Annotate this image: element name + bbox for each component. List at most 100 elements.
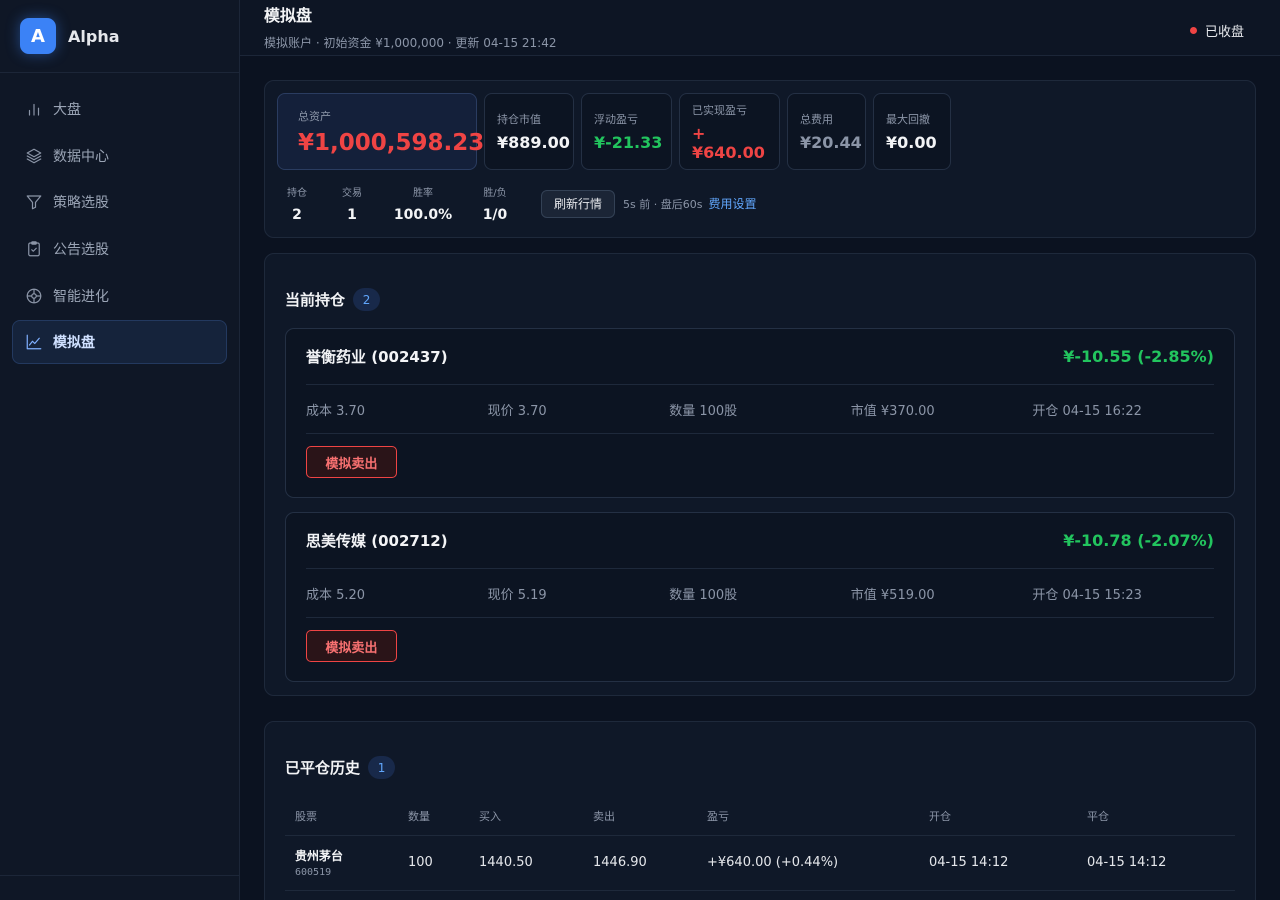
stat-value: ¥20.44 (800, 133, 862, 152)
market-status: 已收盘 (1189, 21, 1244, 40)
topbar: 模拟盘 模拟账户 · 初始资金 ¥1,000,000 · 更新 04-15 21… (240, 0, 1280, 56)
main-content: 模拟盘 模拟账户 · 初始资金 ¥1,000,000 · 更新 04-15 21… (240, 0, 1280, 900)
mini-value: 1/0 (482, 207, 508, 223)
qty-cell: 100 (398, 835, 469, 891)
stat-value: ¥-21.33 (594, 133, 663, 152)
mini-win-rate: 胜率 100.0% (387, 184, 459, 223)
stock-code: 600519 (295, 867, 332, 878)
current-positions: 当前持仓 2 誉衡药业 (002437) ¥-10.55 (-2.85%) 成本… (264, 253, 1256, 696)
stat-value: ¥1,000,598.23 (298, 129, 485, 156)
stat-label: 持仓市值 (497, 113, 541, 126)
column-header: 开仓 (919, 797, 1077, 836)
position-qty: 数量 100股 (669, 403, 738, 419)
column-header: 卖出 (583, 797, 697, 836)
position-market-value: 市值 ¥370.00 (850, 403, 935, 419)
section-title-label: 已平仓历史 (285, 759, 361, 777)
refresh-quotes-button[interactable]: 刷新行情 (541, 189, 616, 218)
sidebar-item-label: 智能进化 (53, 288, 109, 305)
trend-line-icon (25, 333, 43, 351)
sim-sell-button[interactable]: 模拟卖出 (306, 630, 397, 662)
position-price: 现价 3.70 (487, 403, 547, 419)
opened-cell: 04-15 14:12 (919, 835, 1077, 891)
brand-name: Alpha (68, 26, 120, 46)
layers-icon (25, 147, 43, 165)
page-subtitle: 模拟账户 · 初始资金 ¥1,000,000 · 更新 04-15 21:42 (264, 36, 557, 50)
column-header: 平仓 (1077, 797, 1235, 836)
mini-label: 胜/负 (483, 188, 507, 199)
sidebar-item-announcement-picker[interactable]: 公告选股 (12, 227, 227, 271)
sidebar-footer (0, 875, 239, 900)
position-opened: 开仓 04-15 15:23 (1032, 587, 1142, 603)
pnl-cell: +¥640.00 (+0.44%) (697, 835, 919, 891)
mini-trades: 交易 1 (317, 184, 387, 223)
sidebar-item-paper-trading[interactable]: 模拟盘 (12, 320, 227, 365)
stock-cell: 贵州茅台 600519 (285, 835, 398, 891)
mini-label: 交易 (342, 188, 362, 199)
stat-floating-pnl: 浮动盈亏 ¥-21.33 (581, 93, 672, 170)
stat-realized-pnl: 已实现盈亏 +¥640.00 (679, 93, 780, 170)
stat-max-drawdown: 最大回撤 ¥0.00 (873, 93, 951, 170)
position-pnl: ¥-10.78 (-2.07%) (1063, 531, 1214, 550)
section-title: 当前持仓 2 (285, 288, 1235, 311)
column-header: 买入 (469, 797, 583, 836)
refresh-meta: 5s 前 · 盘后60s (623, 197, 703, 211)
count-badge: 2 (353, 288, 381, 311)
position-market-value: 市值 ¥519.00 (850, 587, 935, 603)
position-card: 誉衡药业 (002437) ¥-10.55 (-2.85%) 成本 3.70 现… (285, 328, 1235, 498)
stat-position-value: 持仓市值 ¥889.00 (484, 93, 574, 170)
fee-settings-link[interactable]: 费用设置 (708, 195, 756, 212)
stat-label: 已实现盈亏 (692, 103, 747, 117)
sidebar-nav: 大盘 数据中心 策略选股 公告选股 智能进化 模拟盘 (0, 73, 239, 381)
buy-cell: 1440.50 (469, 835, 583, 891)
position-opened: 开仓 04-15 16:22 (1032, 403, 1142, 419)
stat-value: +¥640.00 (692, 123, 765, 162)
sidebar-item-market[interactable]: 大盘 (12, 87, 227, 131)
position-price: 现价 5.19 (487, 587, 547, 603)
history-table: 股票 数量 买入 卖出 盈亏 开仓 平仓 贵州茅台 600519 100 144… (285, 797, 1235, 891)
stat-label: 总费用 (800, 113, 833, 126)
mini-win-loss: 胜/负 1/0 (459, 184, 531, 223)
column-header: 盈亏 (697, 797, 919, 836)
sidebar-item-data-center[interactable]: 数据中心 (12, 134, 227, 178)
stat-total-assets: 总资产 ¥1,000,598.23 (277, 93, 485, 170)
mini-value: 100.0% (393, 207, 453, 223)
stat-value: ¥0.00 (886, 133, 937, 152)
stat-label: 总资产 (298, 109, 331, 123)
sim-sell-button[interactable]: 模拟卖出 (306, 446, 397, 478)
bar-chart-icon (25, 100, 43, 118)
sidebar: A Alpha 大盘 数据中心 策略选股 公告选股 智能进化 模拟盘 (0, 0, 240, 900)
sidebar-item-label: 策略选股 (53, 195, 109, 212)
mini-holdings: 持仓 2 (277, 184, 317, 223)
stat-label: 最大回撤 (886, 113, 930, 126)
sidebar-item-label: 模拟盘 (53, 335, 95, 352)
status-dot-icon (1189, 27, 1197, 34)
column-header: 股票 (285, 797, 398, 836)
sidebar-item-strategy-picker[interactable]: 策略选股 (12, 180, 227, 224)
stat-label: 浮动盈亏 (594, 113, 638, 126)
table-row[interactable]: 贵州茅台 600519 100 1440.50 1446.90 +¥640.00… (285, 835, 1235, 891)
market-status-label: 已收盘 (1204, 25, 1244, 40)
aperture-icon (25, 287, 43, 305)
mini-label: 持仓 (287, 188, 307, 199)
brand: A Alpha (0, 0, 239, 73)
column-header: 数量 (398, 797, 469, 836)
stat-total-fees: 总费用 ¥20.44 (787, 93, 866, 170)
sidebar-item-label: 大盘 (53, 102, 81, 118)
section-title: 已平仓历史 1 (285, 756, 1235, 779)
mini-value: 2 (292, 207, 302, 223)
stat-value: ¥889.00 (497, 133, 570, 152)
stock-name: 贵州茅台 (295, 849, 344, 863)
closed-history: 已平仓历史 1 股票 数量 买入 卖出 盈亏 开仓 平仓 贵州茅台 600519… (264, 721, 1256, 900)
position-card: 思美传媒 (002712) ¥-10.78 (-2.07%) 成本 5.20 现… (285, 512, 1235, 682)
page-title: 模拟盘 (264, 6, 313, 25)
closed-cell: 04-15 14:12 (1077, 835, 1235, 891)
sidebar-item-label: 公告选股 (53, 242, 109, 259)
position-pnl: ¥-10.55 (-2.85%) (1063, 347, 1214, 366)
sidebar-item-label: 数据中心 (53, 148, 109, 165)
account-summary: 总资产 ¥1,000,598.23 持仓市值 ¥889.00 浮动盈亏 ¥-21… (264, 80, 1256, 238)
count-badge: 1 (368, 756, 396, 779)
position-cost: 成本 3.70 (306, 403, 366, 419)
position-name: 思美传媒 (002712) (306, 532, 448, 550)
sidebar-item-smart-evolution[interactable]: 智能进化 (12, 274, 227, 318)
brand-logo[interactable]: A (20, 18, 56, 54)
